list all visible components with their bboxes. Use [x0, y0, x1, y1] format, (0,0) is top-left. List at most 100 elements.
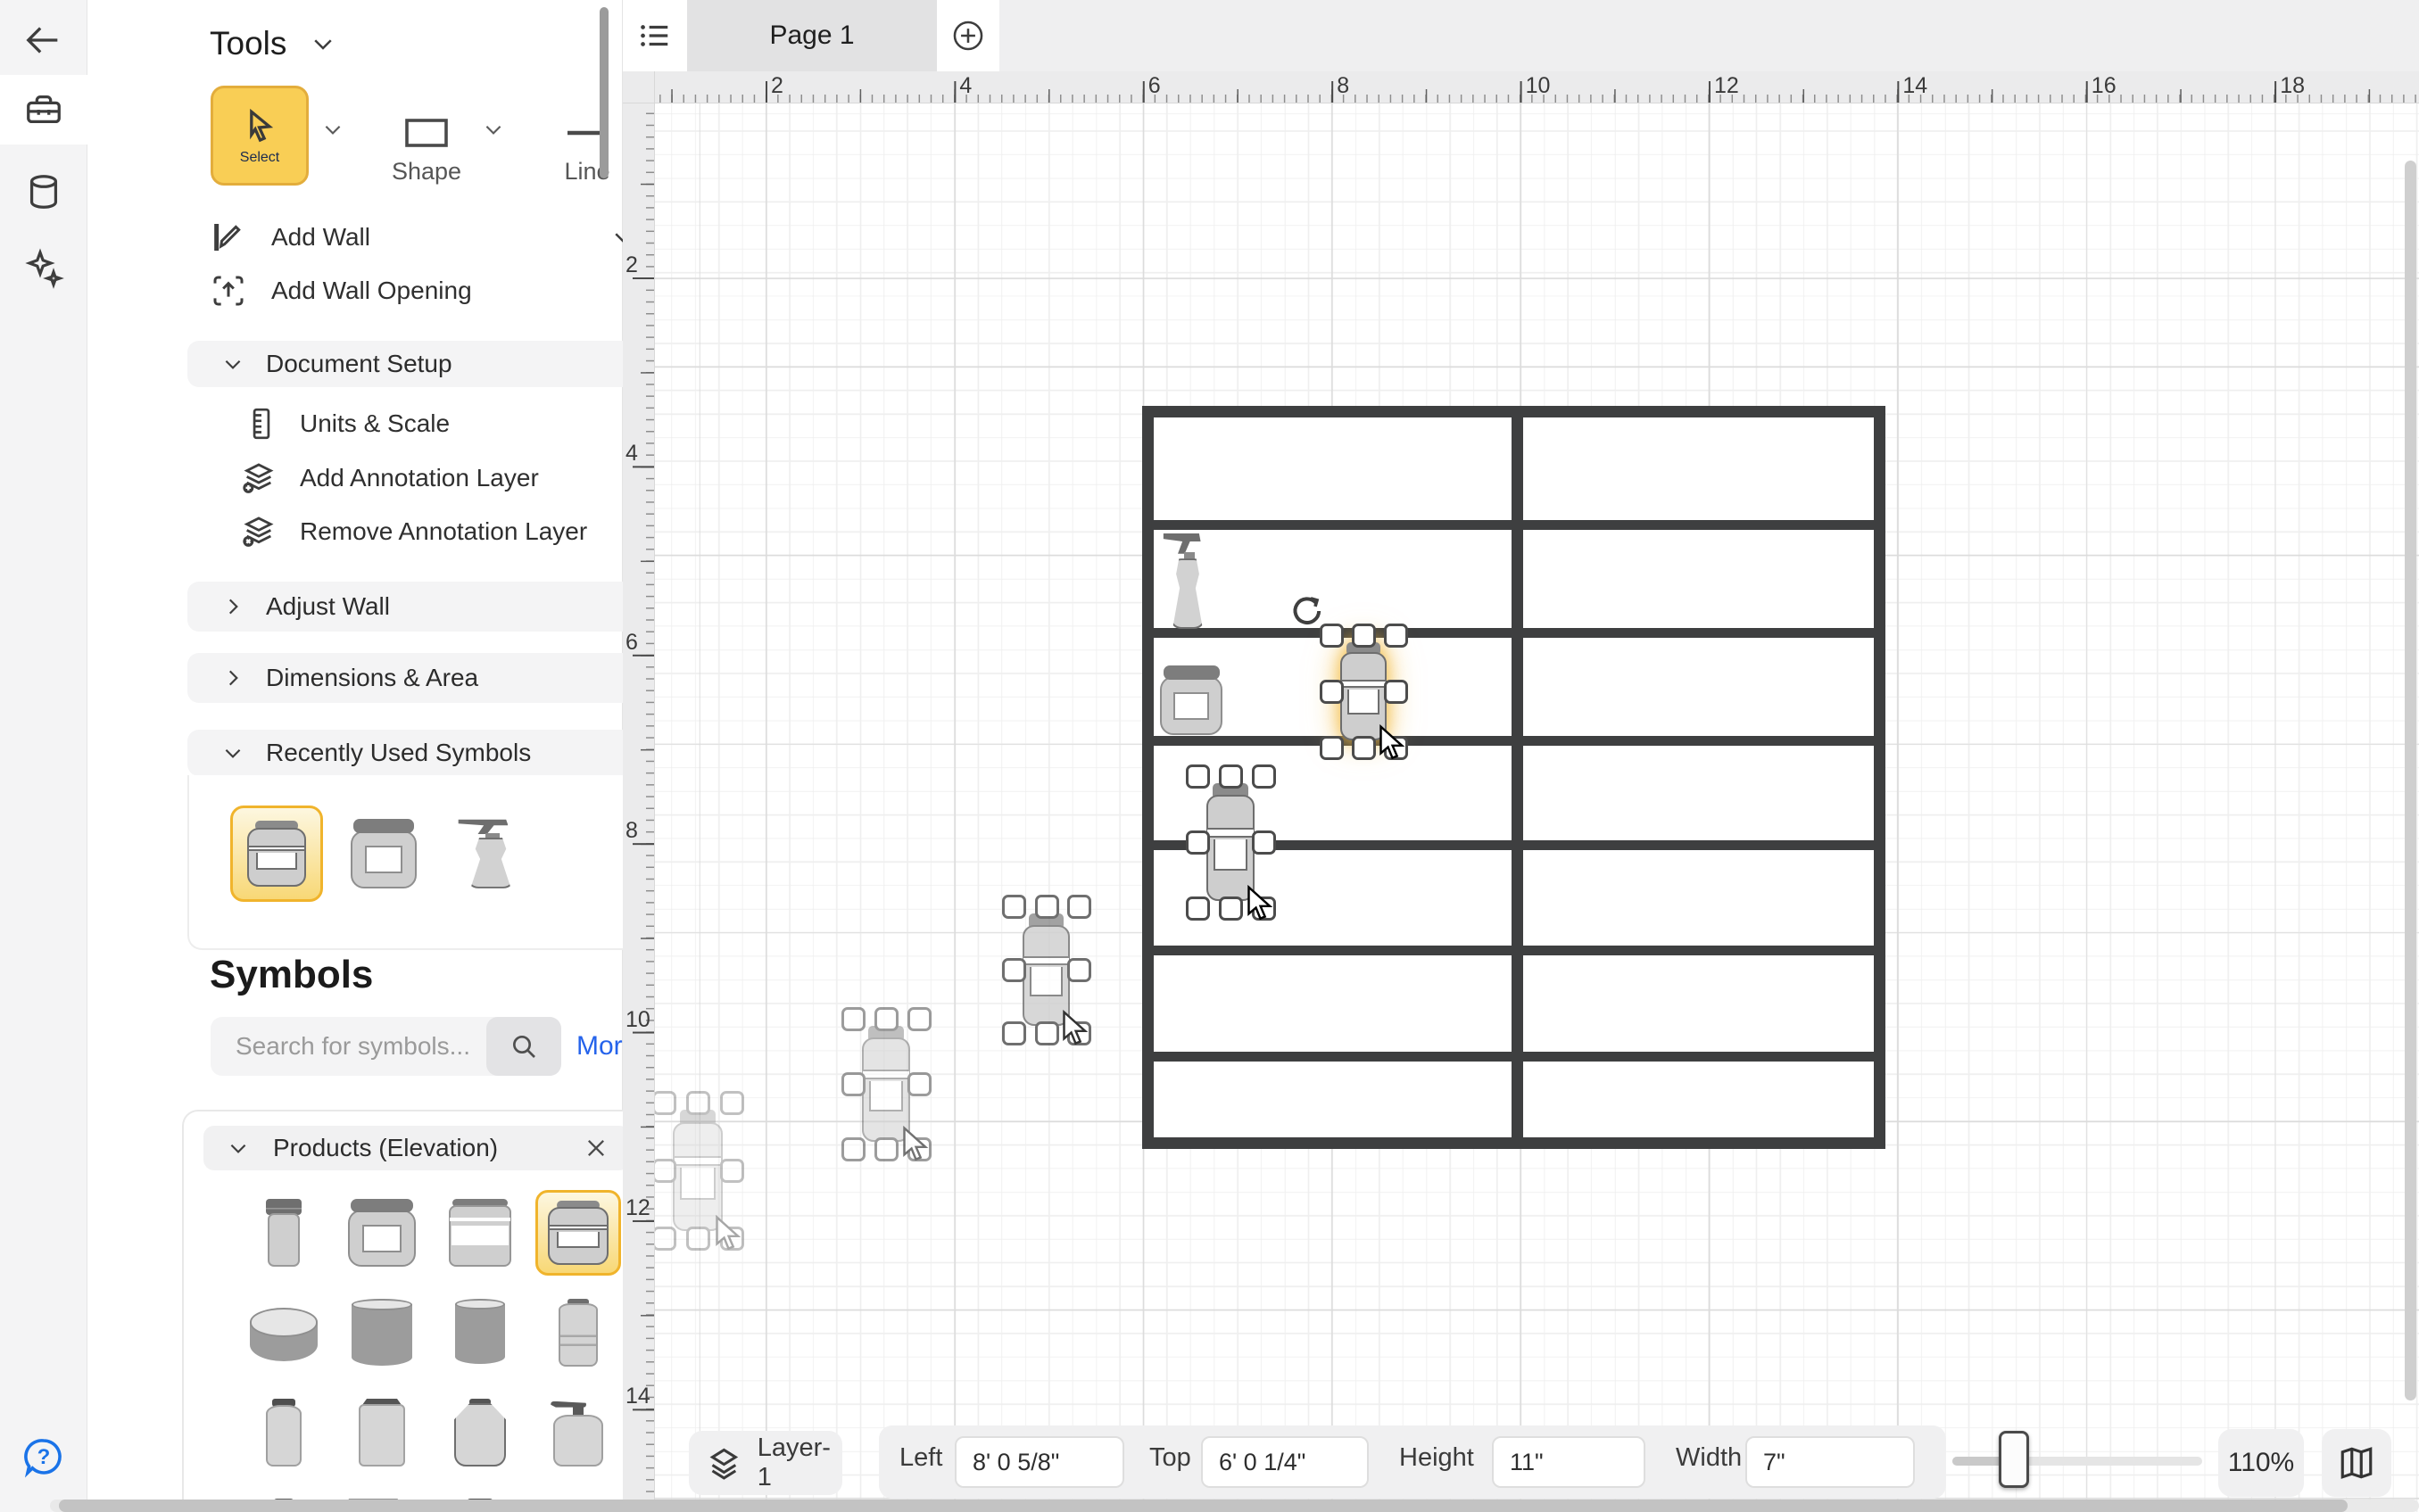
selection-handle[interactable] — [907, 1137, 932, 1161]
selection-handle[interactable] — [1320, 736, 1344, 760]
product-symbol-tub-low[interactable] — [241, 1290, 327, 1376]
selection-handle[interactable] — [1002, 895, 1026, 919]
selection-handle[interactable] — [1252, 764, 1276, 789]
selection-handle[interactable] — [1320, 680, 1344, 704]
selection-handle[interactable] — [874, 1007, 899, 1031]
ai-button[interactable] — [0, 234, 87, 303]
canvas-horizontal-scrollbar-thumb[interactable] — [59, 1500, 2348, 1512]
product-symbol-bottle-slim[interactable] — [241, 1390, 327, 1475]
selection-handle[interactable] — [1186, 830, 1210, 855]
selection-handle[interactable] — [655, 1227, 676, 1251]
data-button[interactable] — [0, 157, 87, 227]
product-symbol-cyl-med[interactable] — [437, 1290, 523, 1376]
selection-handle[interactable] — [1219, 764, 1243, 789]
selection-handle[interactable] — [720, 1091, 744, 1115]
select-tool-button[interactable]: Select — [211, 86, 309, 186]
selection-handle[interactable] — [841, 1007, 866, 1031]
tools-panel-scrollbar-thumb[interactable] — [600, 7, 609, 178]
product-symbol-bottle-rect[interactable] — [339, 1390, 425, 1475]
add-wall-opening-row[interactable]: Add Wall Opening — [211, 273, 472, 309]
width-field-input[interactable]: 7" — [1745, 1436, 1915, 1488]
search-button[interactable] — [486, 1017, 561, 1076]
product-symbol-jar-wide[interactable] — [339, 1190, 425, 1276]
canvas-symbol-jar-tall[interactable] — [1338, 642, 1388, 740]
add-annotation-layer-row[interactable]: Add Annotation Layer — [241, 460, 539, 496]
top-field-input[interactable]: 6' 0 1/4" — [1201, 1436, 1369, 1488]
selection-handle[interactable] — [686, 1091, 710, 1115]
canvas-symbol-jar-tall[interactable] — [671, 1110, 725, 1231]
selection-handle[interactable] — [655, 1159, 676, 1183]
search-input[interactable]: Search for symbols... — [211, 1032, 486, 1061]
selection-handle[interactable] — [1067, 895, 1091, 919]
close-icon[interactable] — [584, 1136, 609, 1161]
remove-annotation-layer-row[interactable]: Remove Annotation Layer — [241, 514, 587, 549]
selection-handle[interactable] — [1219, 896, 1243, 921]
add-page-button[interactable] — [937, 0, 999, 71]
shape-dropdown-chevron-icon[interactable] — [482, 118, 505, 141]
selection-handle[interactable] — [1035, 1021, 1059, 1045]
selection-handle[interactable] — [1252, 896, 1276, 921]
product-symbol-vial[interactable] — [241, 1190, 327, 1276]
selection-handle[interactable] — [1002, 958, 1026, 982]
left-field-input[interactable]: 8' 0 5/8" — [955, 1436, 1124, 1488]
product-symbol-cyl-tall[interactable] — [339, 1290, 425, 1376]
selection-handle[interactable] — [686, 1227, 710, 1251]
recent-symbol-jar-wide[interactable] — [337, 806, 430, 902]
selection-handle[interactable] — [1186, 764, 1210, 789]
zoom-slider-thumb[interactable] — [1999, 1431, 2029, 1488]
selection-handle[interactable] — [720, 1227, 744, 1251]
selection-handle[interactable] — [907, 1007, 932, 1031]
back-button[interactable] — [0, 5, 87, 75]
adjust-wall-section[interactable]: Adjust Wall — [187, 582, 678, 632]
dimensions-area-section[interactable]: Dimensions & Area — [187, 653, 678, 703]
selection-handle[interactable] — [1352, 736, 1376, 760]
selection-handle[interactable] — [1035, 895, 1059, 919]
selection-handle[interactable] — [1384, 736, 1408, 760]
product-symbol-jar-tall[interactable] — [535, 1190, 621, 1276]
units-scale-row[interactable]: Units & Scale — [246, 407, 450, 441]
selection-handle[interactable] — [841, 1072, 866, 1096]
recent-symbol-jar-tall[interactable] — [230, 806, 323, 902]
product-symbol-water-bottle[interactable] — [535, 1290, 621, 1376]
product-symbol-bottle-taper[interactable] — [437, 1390, 523, 1475]
select-dropdown-chevron-icon[interactable] — [321, 118, 344, 141]
height-field-input[interactable]: 11" — [1492, 1436, 1645, 1488]
selection-handle[interactable] — [1186, 896, 1210, 921]
products-category-header[interactable]: Products (Elevation) — [203, 1126, 630, 1170]
selection-handle[interactable] — [1067, 958, 1091, 982]
line-tool-button[interactable]: Line — [544, 86, 630, 186]
product-symbol-pump-bottle[interactable] — [535, 1390, 621, 1475]
add-wall-row[interactable]: Add Wall — [211, 219, 370, 255]
canvas-symbol-jar-tall[interactable] — [1205, 783, 1256, 901]
canvas-symbol-spray-bottle[interactable] — [1163, 533, 1213, 629]
minimap-button[interactable] — [2322, 1429, 2391, 1497]
page-list-button[interactable] — [623, 0, 687, 71]
recently-used-symbols-section[interactable]: Recently Used Symbols — [187, 730, 678, 776]
selection-handle[interactable] — [1384, 680, 1408, 704]
product-symbol-jar-striped[interactable] — [437, 1190, 523, 1276]
layer-selector[interactable]: Layer-1 — [689, 1431, 842, 1495]
shape-tool-button[interactable]: Shape — [384, 86, 469, 186]
toolbox-button[interactable] — [0, 75, 87, 145]
selection-handle[interactable] — [1067, 1021, 1091, 1045]
canvas-symbol-jar-tall[interactable] — [860, 1026, 912, 1142]
canvas-vertical-scrollbar-thumb[interactable] — [2405, 161, 2416, 1400]
selection-handle[interactable] — [1352, 624, 1376, 648]
selection-handle[interactable] — [907, 1072, 932, 1096]
selection-handle[interactable] — [874, 1137, 899, 1161]
selection-handle[interactable] — [1002, 1021, 1026, 1045]
tab-page-1[interactable]: Page 1 — [687, 0, 937, 71]
selection-handle[interactable] — [841, 1137, 866, 1161]
document-setup-section[interactable]: Document Setup — [187, 341, 678, 387]
tools-header[interactable]: Tools — [210, 25, 336, 62]
canvas-symbol-jar-wide[interactable] — [1160, 665, 1222, 735]
drawing-canvas[interactable] — [655, 103, 2419, 1512]
selection-handle[interactable] — [1384, 624, 1408, 648]
zoom-slider-track[interactable] — [1952, 1457, 2202, 1466]
canvas-symbol-jar-tall[interactable] — [1021, 913, 1072, 1026]
selection-handle[interactable] — [655, 1091, 676, 1115]
help-button[interactable]: ? — [0, 1422, 87, 1491]
selection-handle[interactable] — [720, 1159, 744, 1183]
selection-handle[interactable] — [1252, 830, 1276, 855]
recent-symbol-spray-bottle[interactable] — [444, 806, 537, 902]
